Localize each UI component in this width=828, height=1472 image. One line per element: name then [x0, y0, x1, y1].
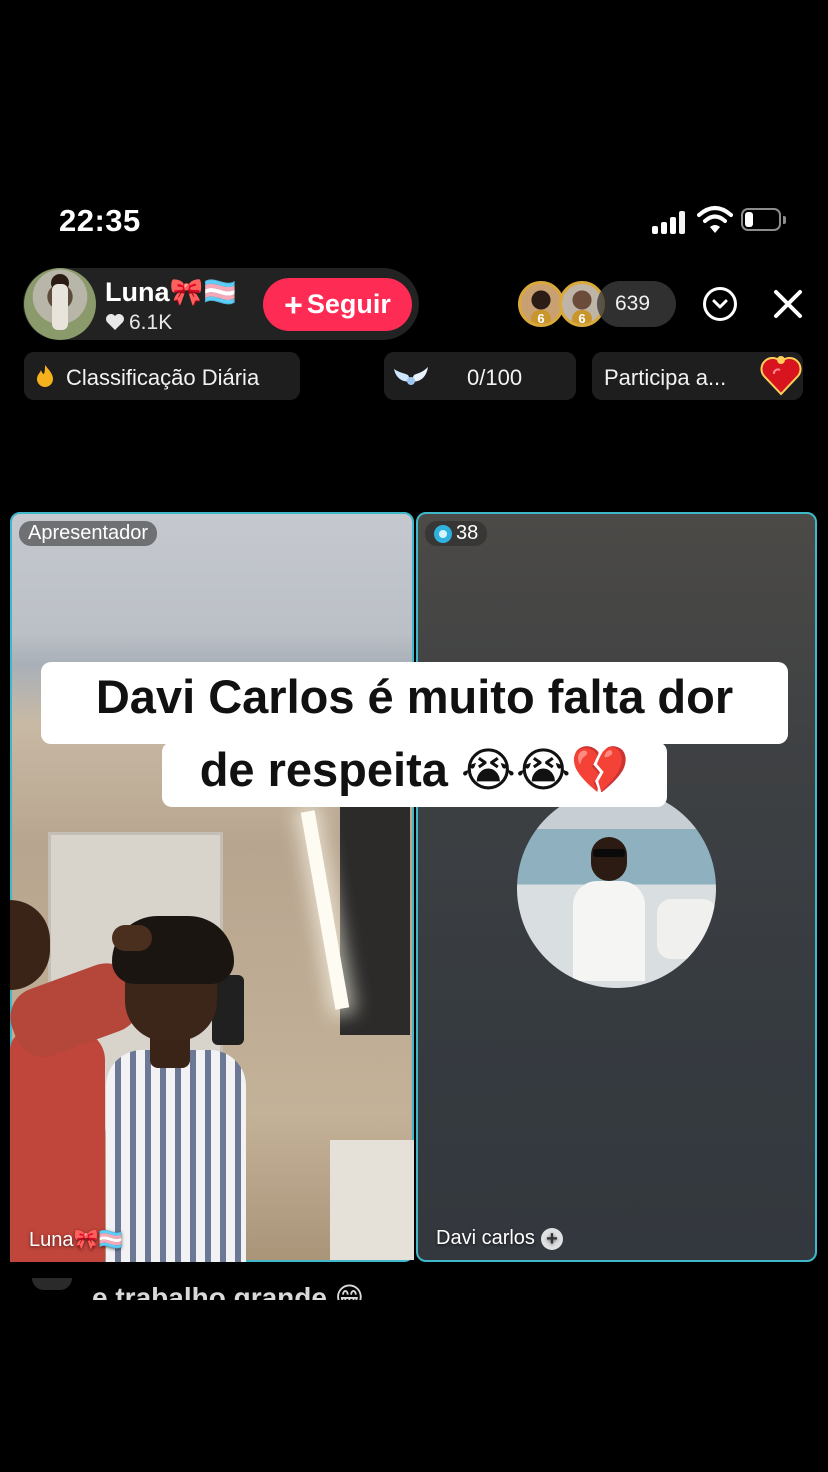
- caption-line1: Davi Carlos é muito falta dor: [95, 670, 734, 723]
- viewer-count: 639: [615, 292, 651, 315]
- viewer-rank-badge: 6: [531, 310, 551, 324]
- plus-icon: +: [284, 286, 303, 323]
- close-icon[interactable]: [772, 288, 804, 320]
- daily-ranking-label: Classificação Diária: [66, 365, 260, 390]
- host-person-body: [106, 1050, 246, 1262]
- background-stand: [340, 805, 410, 1035]
- host-role-tag: Apresentador: [19, 521, 158, 546]
- status-time: 22:35: [59, 203, 141, 238]
- guest-name: Davi carlos: [436, 1227, 535, 1249]
- battery-icon: [741, 208, 787, 233]
- guest-panel-name[interactable]: Davi carlos +: [436, 1227, 563, 1250]
- comment-avatar: [32, 1278, 72, 1290]
- wings-icon: [394, 367, 428, 385]
- guest-score: 38: [456, 522, 479, 544]
- host-likes: 6.1K: [105, 311, 172, 335]
- comment-text: e trabalho grande 😁: [92, 1282, 364, 1300]
- guest-score-tag: 38: [425, 521, 488, 546]
- likes-count: 6.1K: [129, 311, 173, 334]
- cellular-signal-icon: [652, 210, 688, 234]
- score-icon: [434, 524, 452, 543]
- heart-icon: [106, 314, 124, 330]
- viewer-rank-badge: 6: [572, 310, 592, 324]
- makeup-artist-hand: [112, 925, 152, 951]
- goal-progress: 0/100: [467, 365, 523, 390]
- top-viewer-avatar-1[interactable]: 6: [518, 281, 564, 327]
- event-label: Participa a...: [604, 365, 727, 390]
- add-guest-icon[interactable]: +: [540, 1227, 563, 1250]
- host-name[interactable]: Luna🎀🏳️‍⚧️: [105, 276, 237, 308]
- wifi-icon: [697, 206, 733, 233]
- heart-gift-icon: [760, 356, 802, 396]
- collapse-button[interactable]: [703, 287, 737, 321]
- background-shelf: [330, 1140, 414, 1260]
- guest-avatar[interactable]: [517, 789, 716, 988]
- chevron-down-icon: [712, 299, 728, 309]
- caption-line2: de respeita 😭😭💔: [199, 743, 630, 796]
- fire-icon: [37, 365, 53, 387]
- host-panel-name[interactable]: Luna🎀🏳️‍⚧️: [29, 1227, 123, 1252]
- host-avatar[interactable]: [24, 268, 96, 340]
- follow-button[interactable]: + Seguir: [263, 278, 412, 331]
- follow-label: Seguir: [306, 289, 391, 319]
